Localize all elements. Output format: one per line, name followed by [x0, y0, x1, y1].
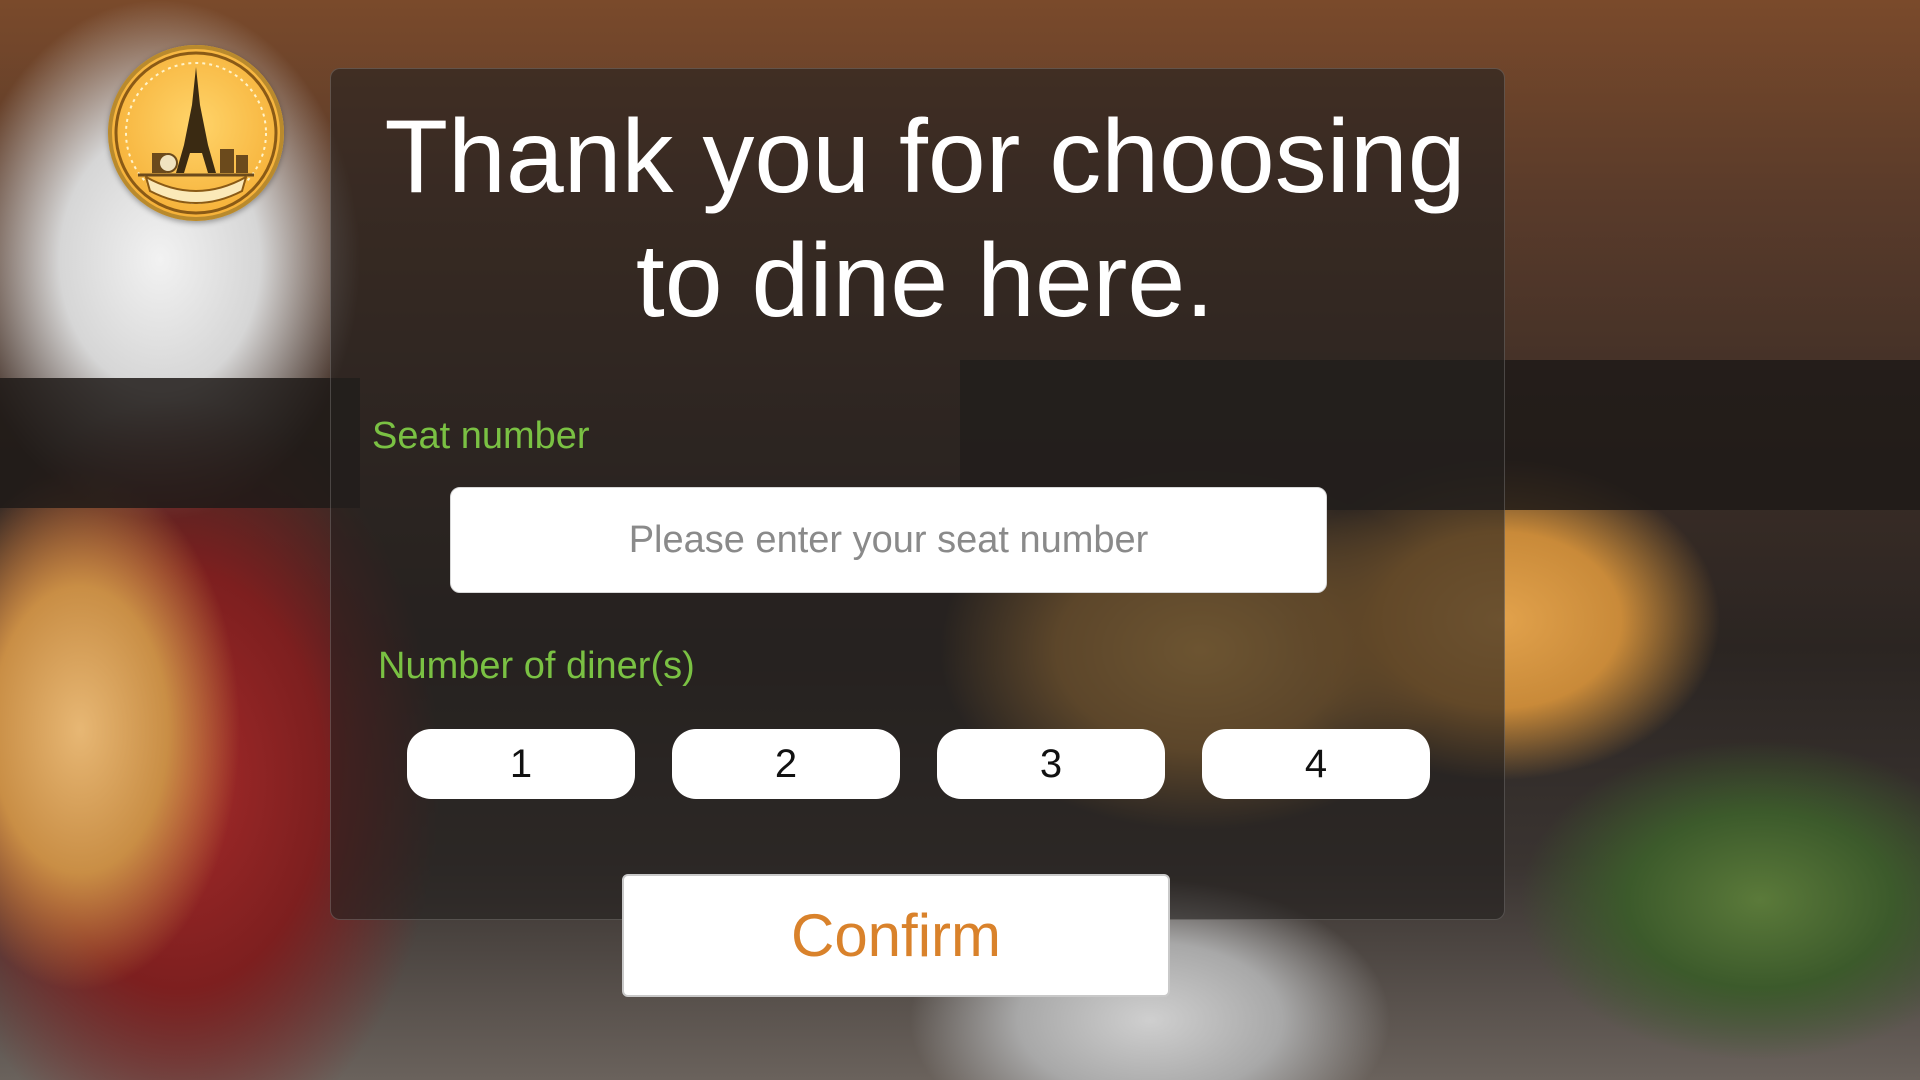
diner-option-4[interactable]: 4 — [1202, 729, 1430, 799]
page-title: Thank you for choosing to dine here. — [384, 99, 1466, 339]
diner-option-2[interactable]: 2 — [672, 729, 900, 799]
background-beam-left — [0, 378, 360, 508]
confirm-button[interactable]: Confirm — [622, 874, 1170, 997]
seat-number-label: Seat number — [372, 415, 590, 457]
eiffel-tower-emblem-icon — [114, 51, 278, 215]
diner-count-label: Number of diner(s) — [378, 645, 695, 687]
diner-option-3[interactable]: 3 — [937, 729, 1165, 799]
seat-number-input[interactable] — [450, 487, 1327, 593]
brand-logo — [108, 45, 284, 221]
dine-in-screen: Thank you for choosing to dine here. Sea… — [0, 0, 1920, 1080]
diner-option-1[interactable]: 1 — [407, 729, 635, 799]
